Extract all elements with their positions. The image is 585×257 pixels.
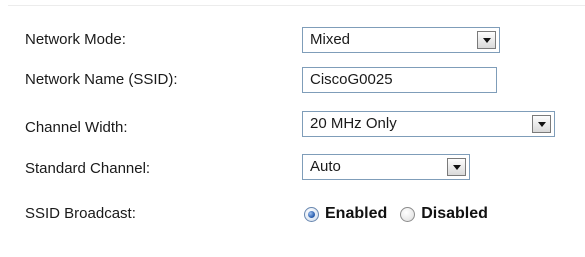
- chevron-down-icon: [452, 164, 461, 170]
- network-mode-select[interactable]: Mixed: [302, 27, 500, 53]
- ssid-broadcast-disabled-option[interactable]: Disabled: [400, 204, 488, 224]
- standard-channel-select[interactable]: Auto: [302, 154, 470, 180]
- network-mode-label: Network Mode:: [25, 31, 126, 48]
- network-mode-dropdown-button[interactable]: [477, 31, 496, 49]
- chevron-down-icon: [537, 121, 546, 127]
- channel-width-select[interactable]: 20 MHz Only: [302, 111, 555, 137]
- network-mode-value: Mixed: [310, 31, 351, 48]
- ssid-broadcast-enabled-option[interactable]: Enabled: [304, 204, 387, 224]
- chevron-down-icon: [482, 37, 491, 43]
- channel-width-label: Channel Width:: [25, 119, 128, 136]
- top-divider: [8, 5, 585, 6]
- standard-channel-label: Standard Channel:: [25, 160, 151, 177]
- standard-channel-value: Auto: [310, 158, 341, 175]
- network-name-label: Network Name (SSID):: [25, 71, 178, 88]
- ssid-broadcast-enabled-label: Enabled: [325, 205, 388, 222]
- channel-width-value: 20 MHz Only: [310, 115, 397, 132]
- ssid-broadcast-disabled-label: Disabled: [421, 205, 488, 222]
- ssid-broadcast-radio-group: Enabled Disabled: [304, 203, 501, 225]
- network-name-value: CiscoG0025: [310, 71, 393, 88]
- network-name-input[interactable]: CiscoG0025: [302, 67, 497, 93]
- ssid-broadcast-enabled-radio[interactable]: [304, 206, 319, 222]
- standard-channel-dropdown-button[interactable]: [447, 158, 466, 176]
- ssid-broadcast-disabled-radio[interactable]: [400, 206, 416, 222]
- channel-width-dropdown-button[interactable]: [532, 115, 551, 133]
- ssid-broadcast-label: SSID Broadcast:: [25, 205, 136, 222]
